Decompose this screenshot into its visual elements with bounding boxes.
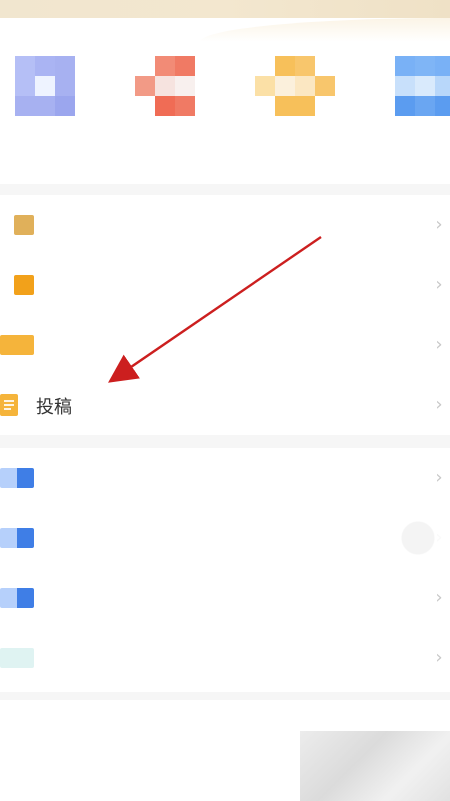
blue-icon bbox=[0, 528, 34, 548]
list-item[interactable]: › bbox=[0, 508, 450, 568]
chevron-right-icon: › bbox=[435, 467, 443, 488]
app-icon-3 bbox=[255, 56, 335, 116]
bottom-thumbnail bbox=[300, 731, 450, 801]
top-app-1[interactable] bbox=[15, 56, 85, 156]
blue-icon bbox=[0, 468, 34, 488]
list-item[interactable]: › bbox=[0, 448, 450, 508]
section-2-list: › › › › bbox=[0, 448, 450, 700]
doc-icon bbox=[14, 275, 34, 295]
list-item[interactable]: › bbox=[0, 568, 450, 628]
chevron-right-icon: › bbox=[435, 394, 443, 415]
doc-icon bbox=[14, 215, 34, 235]
submission-label: 投稿 bbox=[36, 397, 72, 418]
list-item[interactable]: › bbox=[0, 255, 450, 315]
list-item[interactable]: › bbox=[0, 195, 450, 255]
chevron-right-icon: › bbox=[435, 587, 443, 608]
list-item[interactable]: › bbox=[0, 628, 450, 688]
list-item-submission[interactable]: 投稿 › bbox=[0, 375, 450, 435]
submission-icon bbox=[0, 394, 18, 416]
bottom-area bbox=[0, 700, 450, 801]
app-icon-4 bbox=[395, 56, 450, 116]
chevron-right-icon: › bbox=[435, 334, 443, 355]
doc-icon bbox=[0, 335, 34, 355]
top-app-grid bbox=[0, 40, 450, 170]
chevron-right-icon: › bbox=[435, 647, 443, 668]
section-separator-2 bbox=[0, 435, 450, 449]
top-app-2[interactable] bbox=[135, 56, 205, 156]
top-app-4[interactable] bbox=[395, 56, 450, 156]
top-app-3[interactable] bbox=[255, 56, 335, 156]
section-1-list: › › › 投稿 › bbox=[0, 195, 450, 435]
list-item[interactable]: › bbox=[0, 315, 450, 375]
chevron-right-icon: › bbox=[435, 214, 443, 235]
light-icon bbox=[0, 648, 34, 668]
top-banner bbox=[0, 0, 450, 18]
app-icon-1 bbox=[15, 56, 75, 116]
top-curve bbox=[200, 18, 450, 42]
floating-badge[interactable] bbox=[390, 512, 450, 564]
chevron-right-icon: › bbox=[435, 274, 443, 295]
app-icon-2 bbox=[135, 56, 195, 116]
blue-icon bbox=[0, 588, 34, 608]
